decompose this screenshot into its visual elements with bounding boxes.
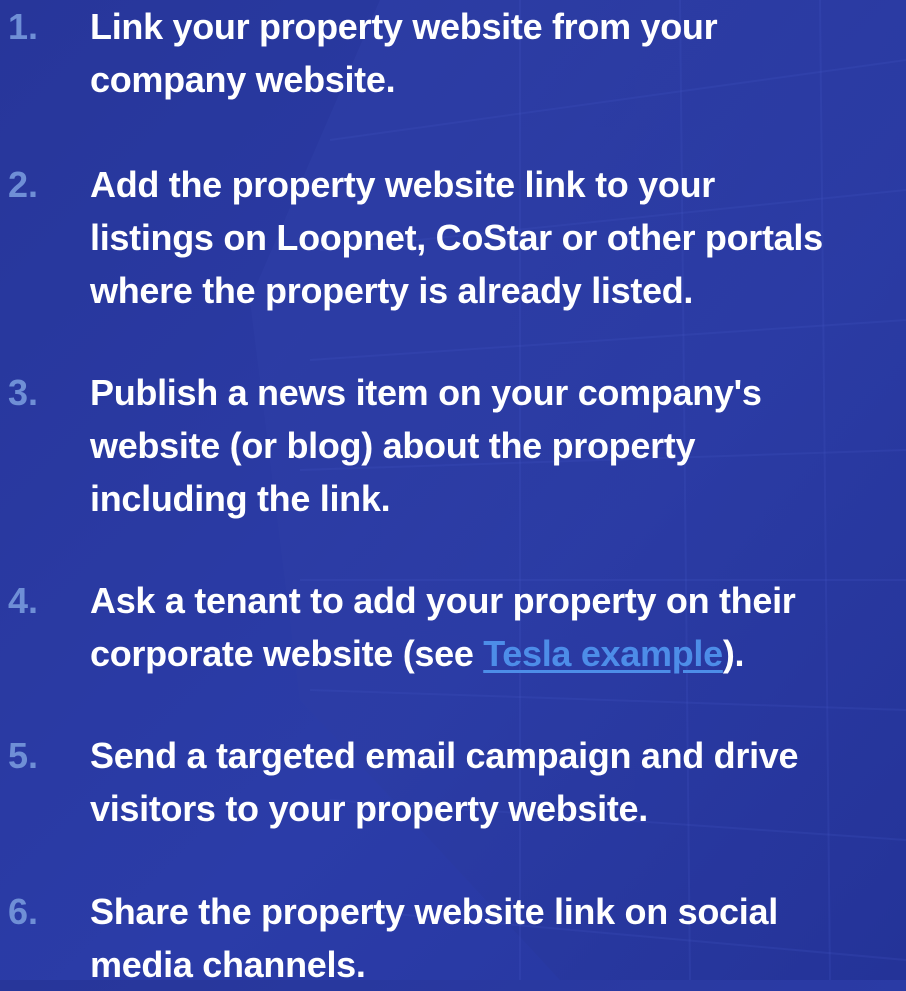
step-line-prefix: corporate website (see (90, 633, 484, 674)
step-line: Send a targeted email campaign and drive (90, 735, 799, 776)
step-line: Link your property website from your (90, 6, 718, 47)
step-number: 5. (8, 735, 39, 776)
step-text: Publish a news item on your company's we… (90, 366, 906, 525)
step-number: 2. (8, 164, 39, 205)
step-text: Link your property website from your com… (90, 0, 906, 106)
step-text: Add the property website link to your li… (90, 158, 906, 317)
step-number: 1. (8, 6, 39, 47)
step-line: Ask a tenant to add your property on the… (90, 580, 796, 621)
step-number: 3. (8, 372, 39, 413)
step-line: company website. (90, 59, 396, 100)
step-line: Add the property website link to your (90, 164, 715, 205)
step-line: including the link. (90, 478, 391, 519)
step-line: Publish a news item on your company's (90, 372, 762, 413)
step-number: 4. (8, 580, 39, 621)
step-line: website (or blog) about the property (90, 425, 696, 466)
step-line: media channels. (90, 944, 366, 985)
step-line-suffix: ). (722, 633, 745, 674)
step-line: where the property is already listed. (90, 270, 694, 311)
tesla-example-link[interactable]: Tesla example (483, 633, 723, 674)
step-line: visitors to your property website. (90, 788, 648, 829)
step-text: Share the property website link on socia… (90, 885, 906, 991)
step-line: Share the property website link on socia… (90, 891, 778, 932)
step-text: Send a targeted email campaign and drive… (90, 729, 906, 835)
step-text: Ask a tenant to add your property on the… (90, 574, 906, 680)
step-number: 6. (8, 891, 39, 932)
step-line: corporate website (see Tesla example). (90, 627, 906, 680)
step-line: listings on Loopnet, CoStar or other por… (90, 217, 823, 258)
